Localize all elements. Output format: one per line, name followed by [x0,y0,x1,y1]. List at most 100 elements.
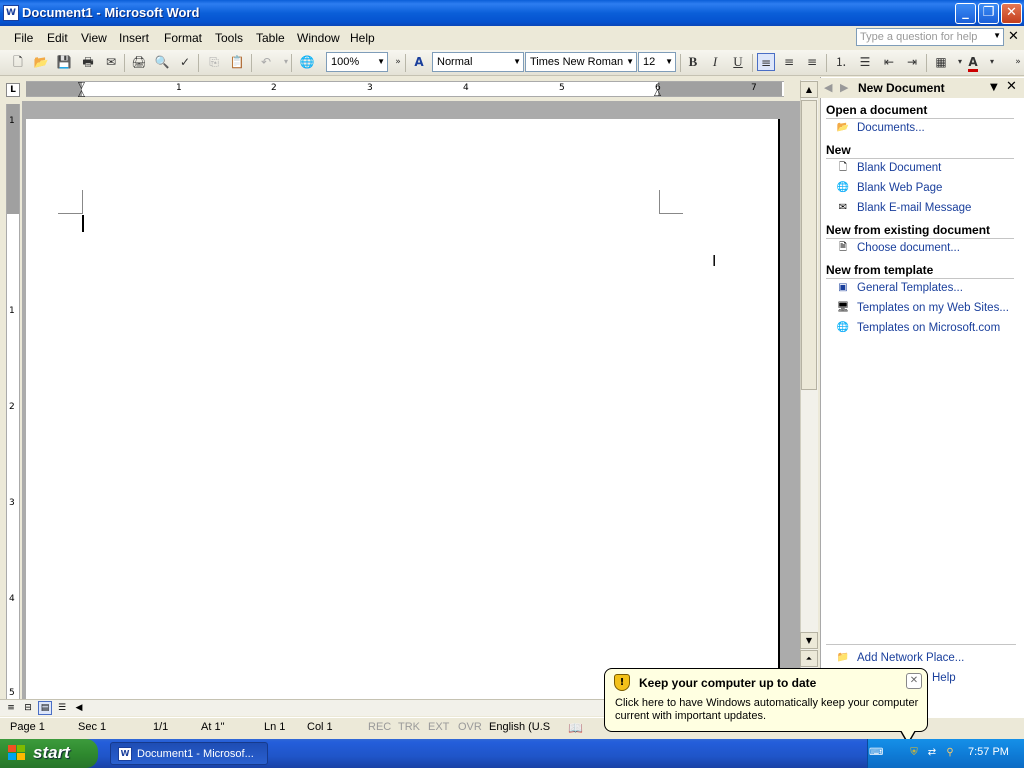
permission-icon[interactable]: 🖶 [79,53,97,71]
print-layout-view-icon[interactable]: ▤ [38,701,52,715]
chevron-down-icon[interactable]: ▼ [626,57,634,66]
undo-dropdown-icon[interactable]: ▾ [277,53,295,71]
font-color-dropdown-icon[interactable]: ▾ [983,53,1001,71]
help-search-input[interactable]: Type a question for help ▼ [856,28,1004,46]
status-section: Sec 1 [78,721,107,733]
chevron-down-icon[interactable]: ▼ [377,57,385,66]
document-page[interactable] [26,119,780,699]
align-right-icon[interactable]: ≡ [803,53,821,71]
link-blank-web-page[interactable]: Blank Web Page [857,182,942,194]
menu-format[interactable]: Format [164,31,202,45]
clock[interactable]: 7:57 PM [968,746,1009,758]
font-color-icon[interactable]: A [964,53,982,72]
underline-button[interactable]: U [729,53,747,71]
security-shield-icon[interactable]: ⛨ [907,746,921,760]
copy-icon[interactable]: ⎘ [205,53,223,71]
close-document-icon[interactable]: ✕ [1008,29,1019,44]
status-rec[interactable]: REC [368,721,391,733]
title-bar[interactable]: W Document1 - Microsoft Word _ ❐ ✕ [0,0,1024,26]
paste-icon[interactable]: 📋 [228,53,246,71]
balloon-close-icon[interactable]: ✕ [906,673,922,689]
spelling-icon[interactable]: ✓ [176,53,194,71]
scroll-thumb[interactable] [801,100,817,390]
zoom-select[interactable]: 100% ▼ [326,52,388,72]
taskbar-word-button[interactable]: W Document1 - Microsof... [110,742,268,765]
undo-icon[interactable]: ↶ [257,53,275,71]
font-size-select[interactable]: 12 ▼ [638,52,676,72]
left-indent-icon[interactable]: △ [78,89,85,99]
font-select[interactable]: Times New Roman ▼ [525,52,637,72]
new-document-icon[interactable]: 🗋 [9,53,27,71]
outline-view-icon[interactable]: ☰ [55,701,69,715]
menu-view[interactable]: View [81,31,107,45]
link-documents[interactable]: Documents... [857,122,925,134]
bullets-icon[interactable]: ☰ [856,53,874,71]
scroll-down-button[interactable]: ▼ [800,632,818,649]
menu-help[interactable]: Help [350,31,375,45]
italic-button[interactable]: I [706,53,724,71]
link-add-network-place[interactable]: Add Network Place... [857,652,964,664]
tab-selector[interactable]: L [6,83,20,97]
back-arrow-icon[interactable]: ◀ [824,81,832,94]
chevron-down-icon[interactable]: ▼ [665,57,673,66]
toolbar-separator [826,54,827,72]
menu-table[interactable]: Table [256,31,285,45]
close-button[interactable]: ✕ [1001,3,1022,24]
menu-edit[interactable]: Edit [47,31,68,45]
network-icon[interactable]: ⇄ [925,746,939,760]
search-icon[interactable]: ⚲ [943,746,957,760]
link-microsoft-templates[interactable]: Templates on Microsoft.com [857,322,1000,334]
vruler-number: 5 [9,688,15,698]
task-pane-close-icon[interactable]: ✕ [1006,79,1017,94]
status-ovr[interactable]: OVR [458,721,482,733]
start-button[interactable]: start [0,739,98,768]
link-help[interactable]: Help [932,672,956,684]
status-trk[interactable]: TRK [398,721,420,733]
email-icon[interactable]: ✉ [102,53,120,71]
insert-hyperlink-icon[interactable]: 🌐 [298,53,316,71]
vruler-number: 4 [9,594,15,604]
bold-button[interactable]: B [684,53,702,71]
decrease-indent-icon[interactable]: ⇤ [880,53,898,71]
balloon-text[interactable]: Click here to have Windows automatically… [615,697,920,723]
borders-icon[interactable]: ▦ [932,53,950,71]
blank-document-icon: 🗋 [838,162,848,173]
print-icon[interactable]: 🖨 [130,53,148,71]
menu-window[interactable]: Window [297,31,340,45]
align-center-icon[interactable]: ≡ [780,53,798,71]
link-choose-document[interactable]: Choose document... [857,242,960,254]
styles-formatting-icon[interactable]: A [410,53,428,71]
align-left-icon[interactable]: ≡ [757,53,775,71]
horizontal-ruler[interactable] [26,81,784,97]
increase-indent-icon[interactable]: ⇥ [903,53,921,71]
link-general-templates[interactable]: General Templates... [857,282,963,294]
spelling-status-icon[interactable]: 📖 [568,721,583,735]
link-blank-document[interactable]: Blank Document [857,162,941,174]
toolbar-options-icon[interactable]: » [1009,53,1024,71]
task-pane-menu-icon[interactable]: ▼ [990,82,998,93]
status-ext[interactable]: EXT [428,721,449,733]
numbering-icon[interactable]: ⒈ [832,53,850,71]
scroll-left-button[interactable]: ◀ [72,701,86,715]
forward-arrow-icon[interactable]: ▶ [840,81,848,94]
chevron-down-icon[interactable]: ▼ [513,57,521,66]
open-folder-icon[interactable]: 📂 [32,53,50,71]
link-blank-email[interactable]: Blank E-mail Message [857,202,971,214]
style-select[interactable]: Normal ▼ [432,52,524,72]
menu-insert[interactable]: Insert [119,31,149,45]
normal-view-icon[interactable]: ≡ [4,701,18,715]
link-web-templates[interactable]: Templates on my Web Sites... [857,302,1009,314]
menu-tools[interactable]: Tools [215,31,243,45]
web-layout-view-icon[interactable]: ⊟ [21,701,35,715]
folder-open-icon: 📂 [836,122,850,133]
minimize-button[interactable]: _ [955,3,976,24]
menu-file[interactable]: File [14,31,33,45]
previous-page-button[interactable]: ⏶ [800,650,818,667]
chevron-down-icon[interactable]: ▼ [993,31,1001,40]
keyboard-icon[interactable]: ⌨ [869,746,883,760]
scroll-up-button[interactable]: ▲ [800,81,818,98]
restore-button[interactable]: ❐ [978,3,999,24]
word-doc-icon[interactable]: W [3,5,19,21]
print-preview-icon[interactable]: 🔍 [153,53,171,71]
save-icon[interactable]: 💾 [55,53,73,71]
